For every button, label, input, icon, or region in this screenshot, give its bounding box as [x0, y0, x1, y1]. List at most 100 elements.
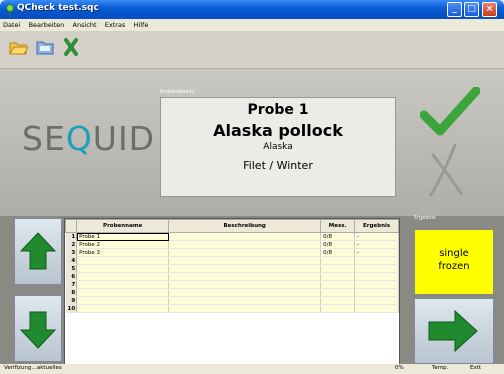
table-row[interactable]: 1 Probe 1 0/8-: [65, 232, 399, 241]
maximize-button[interactable]: □: [464, 2, 479, 17]
header-probenname[interactable]: Probenname: [76, 219, 170, 233]
main-area: SEQUID Probendetails Probe 1 Alaska poll…: [0, 69, 504, 366]
header-mess[interactable]: Mess.: [320, 219, 356, 233]
cell-beschreibung[interactable]: [168, 272, 322, 281]
ribbon-icon[interactable]: [60, 37, 82, 57]
menu-hilfe[interactable]: Hilfe: [131, 19, 152, 31]
cell-beschreibung[interactable]: [168, 232, 322, 241]
cell-mess[interactable]: [320, 280, 356, 289]
cell-ergebnis[interactable]: [354, 280, 399, 289]
minimize-button[interactable]: _: [447, 2, 462, 17]
cell-beschreibung[interactable]: [168, 240, 322, 249]
cell-beschreibung[interactable]: [168, 256, 322, 265]
row-number: 3: [65, 248, 78, 257]
cell-mess[interactable]: 0/8: [320, 248, 356, 257]
cell-probenname[interactable]: Probe 3: [76, 248, 170, 257]
next-sample-down-button[interactable]: [14, 295, 62, 362]
cell-probenname[interactable]: [76, 272, 170, 281]
cell-mess[interactable]: 0/8: [320, 232, 356, 241]
arrow-right-icon: [428, 309, 478, 353]
table-row[interactable]: 6: [65, 272, 399, 281]
cell-ergebnis[interactable]: [354, 296, 399, 305]
table-header-row: Probenname Beschreibung Mess. Ergebnis: [65, 219, 399, 233]
arrow-down-icon: [19, 311, 57, 349]
row-number: 4: [65, 256, 78, 265]
row-number: 9: [65, 296, 78, 305]
table-row[interactable]: 5: [65, 264, 399, 273]
cell-probenname[interactable]: [76, 256, 170, 265]
cell-beschreibung[interactable]: [168, 296, 322, 305]
cell-mess[interactable]: 0/8: [320, 240, 356, 249]
table-row[interactable]: 10: [65, 304, 399, 313]
probendetails-label: Probendetails: [160, 89, 195, 95]
table-row[interactable]: 8: [65, 288, 399, 297]
cell-mess[interactable]: [320, 264, 356, 273]
close-button[interactable]: ×: [482, 2, 497, 17]
row-number: 5: [65, 264, 78, 273]
sequid-logo: SEQUID: [22, 119, 156, 158]
cell-mess[interactable]: [320, 256, 356, 265]
checkmark-icon: [420, 87, 480, 136]
toolbar: [0, 31, 504, 69]
status-temp: Temp.: [432, 365, 449, 371]
row-number: 2: [65, 240, 78, 249]
table-row[interactable]: 2 Probe 2 0/8-: [65, 240, 399, 249]
header-ergebnis[interactable]: Ergebnis: [354, 219, 399, 233]
cell-probenname[interactable]: Probe 1: [76, 232, 170, 241]
status-bar: Verifizung…aktuelles 0% Temp. Extt: [0, 364, 504, 374]
row-number: 1: [65, 232, 78, 241]
folder-icon[interactable]: [34, 37, 56, 57]
table-row[interactable]: 3 Probe 3 0/8-: [65, 248, 399, 257]
cell-probenname[interactable]: Probe 2: [76, 240, 170, 249]
cell-mess[interactable]: [320, 272, 356, 281]
menu-datei[interactable]: Datei: [0, 19, 23, 31]
cell-probenname[interactable]: [76, 280, 170, 289]
cell-ergebnis[interactable]: -: [354, 232, 399, 241]
cell-ergebnis[interactable]: [354, 256, 399, 265]
header-beschreibung[interactable]: Beschreibung: [168, 219, 322, 233]
cell-probenname[interactable]: [76, 304, 170, 313]
navigation-column: [14, 218, 62, 363]
status-percent: 0%: [395, 365, 404, 371]
cell-beschreibung[interactable]: [168, 280, 322, 289]
row-number: 10: [65, 304, 78, 313]
region-text: Alaska: [263, 142, 293, 152]
result-line-2: frozen: [438, 261, 470, 272]
cell-mess[interactable]: [320, 296, 356, 305]
cell-beschreibung[interactable]: [168, 248, 322, 257]
cell-ergebnis[interactable]: [354, 288, 399, 297]
cell-ergebnis[interactable]: [354, 304, 399, 313]
table-row[interactable]: 4: [65, 256, 399, 265]
next-step-button[interactable]: [414, 298, 494, 364]
row-number: 6: [65, 272, 78, 281]
cell-probenname[interactable]: [76, 296, 170, 305]
cell-ergebnis[interactable]: [354, 264, 399, 273]
row-number-header: [65, 219, 78, 233]
processing-text: Filet / Winter: [243, 159, 313, 172]
previous-sample-button[interactable]: [14, 218, 62, 285]
window-title: QCheck test.sqc: [17, 3, 99, 13]
table-row[interactable]: 9: [65, 296, 399, 305]
title-bar: QCheck test.sqc _ □ ×: [0, 0, 504, 19]
cell-beschreibung[interactable]: [168, 264, 322, 273]
species-name: Alaska pollock: [213, 121, 343, 140]
cell-beschreibung[interactable]: [168, 288, 322, 297]
menu-ansicht[interactable]: Ansicht: [70, 19, 100, 31]
result-line-1: single: [439, 248, 469, 259]
menu-extras[interactable]: Extras: [102, 19, 129, 31]
cell-ergebnis[interactable]: -: [354, 248, 399, 257]
cell-ergebnis[interactable]: [354, 272, 399, 281]
menu-bearbeiten[interactable]: Bearbeiten: [26, 19, 68, 31]
cell-probenname[interactable]: [76, 264, 170, 273]
cell-ergebnis[interactable]: -: [354, 240, 399, 249]
sample-table: Probenname Beschreibung Mess. Ergebnis 1…: [64, 218, 400, 366]
table-row[interactable]: 7: [65, 280, 399, 289]
cell-probenname[interactable]: [76, 288, 170, 297]
menu-bar: Datei Bearbeiten Ansicht Extras Hilfe: [0, 19, 504, 31]
folder-open-icon[interactable]: [8, 37, 30, 57]
cell-mess[interactable]: [320, 288, 356, 297]
cell-beschreibung[interactable]: [168, 304, 322, 313]
status-left: Verifizung…aktuelles: [4, 365, 62, 371]
row-number: 8: [65, 288, 78, 297]
cell-mess[interactable]: [320, 304, 356, 313]
